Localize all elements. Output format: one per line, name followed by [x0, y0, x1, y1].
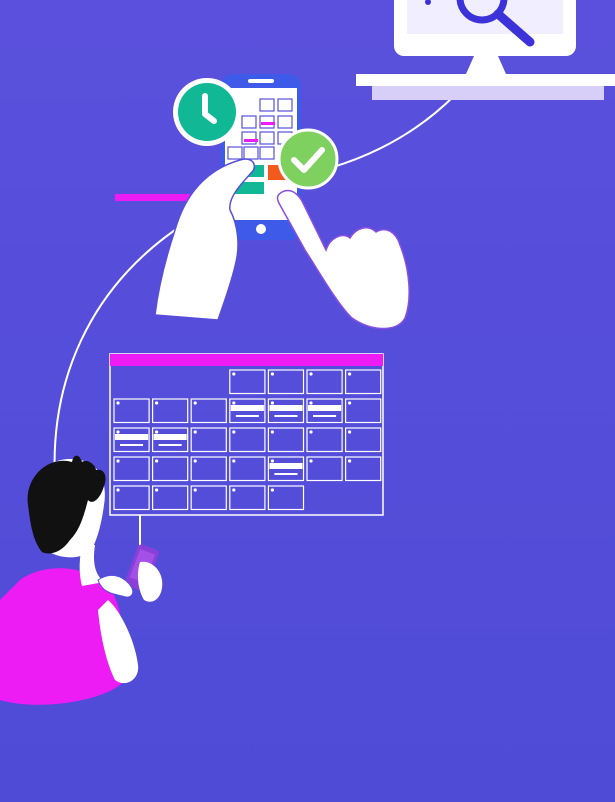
calendar-cell-dot	[116, 459, 120, 463]
check-icon	[277, 128, 339, 190]
calendar-event	[269, 405, 303, 411]
calendar-cell-dot	[309, 372, 313, 376]
calendar-cell-dot	[270, 430, 274, 434]
clock-icon	[173, 78, 241, 146]
calendar-cell-dot	[232, 430, 236, 434]
calendar-cell-dot	[155, 488, 159, 492]
calendar-cell-dot	[193, 430, 197, 434]
calendar-event	[153, 434, 187, 440]
calendar-cell-dot	[348, 430, 352, 434]
calendar-cell-dot	[193, 459, 197, 463]
calendar-cell-dot	[309, 430, 313, 434]
desk-top	[356, 74, 615, 86]
desk-shelf	[372, 86, 604, 100]
calendar-event-line	[313, 415, 337, 417]
calendar-cell-dot	[348, 372, 352, 376]
calendar-cell-dot	[193, 401, 197, 405]
calendar-event	[230, 405, 264, 411]
calendar-cell-dot	[116, 401, 120, 405]
calendar-cell-dot	[270, 459, 274, 463]
calendar-cell-dot	[270, 372, 274, 376]
calendar-event-line	[158, 444, 182, 446]
calendar-cell-dot	[348, 401, 352, 405]
calendar-cell-dot	[232, 401, 236, 405]
calendar-cell-dot	[155, 430, 159, 434]
calendar-cell-dot	[348, 459, 352, 463]
calendar-event-line	[274, 415, 298, 417]
calendar-cell-dot	[155, 459, 159, 463]
calendar-event	[308, 405, 342, 411]
illustration	[0, 0, 615, 802]
calendar-cell-dot	[116, 430, 120, 434]
calendar-cell-dot	[193, 488, 197, 492]
calendar-header	[110, 354, 383, 366]
calendar-cell-dot	[270, 401, 274, 405]
calendar-cell-dot	[232, 488, 236, 492]
calendar-event-line	[120, 444, 144, 446]
calendar-event	[269, 463, 303, 469]
calendar-cell-dot	[270, 488, 274, 492]
calendar-cell-dot	[232, 459, 236, 463]
calendar-event-line	[274, 473, 298, 475]
calendar-cell-dot	[116, 488, 120, 492]
calendar-event	[115, 434, 149, 440]
calendar-cell-dot	[309, 459, 313, 463]
accent-dash	[115, 194, 190, 201]
calendar-cell-dot	[309, 401, 313, 405]
calendar-cell-dot	[155, 401, 159, 405]
scheduling-illustration	[0, 0, 615, 802]
calendar-event-line	[235, 415, 259, 417]
calendar-cell-dot	[232, 372, 236, 376]
